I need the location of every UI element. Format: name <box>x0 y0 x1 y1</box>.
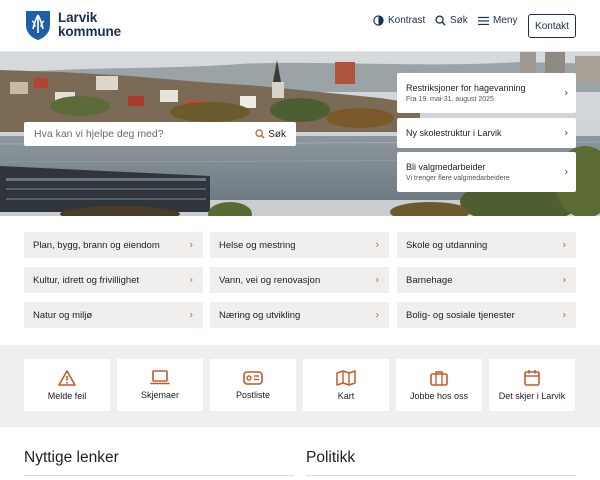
briefcase-icon <box>430 370 448 386</box>
service-label: Næring og utvikling <box>219 309 301 321</box>
news-card[interactable]: Bli valgmedarbeider Vi trenger flere val… <box>397 152 576 192</box>
chevron-right-icon: › <box>562 309 566 321</box>
chevron-right-icon: › <box>189 309 193 321</box>
service-label: Natur og miljø <box>33 309 93 321</box>
service-link[interactable]: Kultur, idrett og frivillighet › <box>24 267 203 293</box>
hero-search-input[interactable] <box>24 122 256 146</box>
menu-label: Meny <box>493 15 518 26</box>
chevron-right-icon: › <box>375 239 379 251</box>
service-label: Bolig- og sosiale tjenester <box>406 309 515 321</box>
hero-search-button[interactable]: Søk <box>255 129 296 140</box>
quick-link-skjemaer[interactable]: Skjemaer <box>117 359 203 411</box>
quick-link-label: Det skjer i Larvik <box>498 391 566 401</box>
logo-line-1: Larvik <box>58 10 98 25</box>
service-label: Vann, vei og renovasjon <box>219 274 321 286</box>
chevron-right-icon: › <box>189 274 193 286</box>
mailbox-icon <box>243 370 263 385</box>
hamburger-icon <box>478 16 489 25</box>
laptop-icon <box>150 370 170 385</box>
service-link[interactable]: Næring og utvikling › <box>210 302 389 328</box>
service-link[interactable]: Natur og miljø › <box>24 302 203 328</box>
warning-icon <box>58 369 76 386</box>
search-icon <box>255 129 265 139</box>
news-title: Restriksjoner for hagevanning <box>406 83 526 93</box>
header-search-label: Søk <box>450 15 468 26</box>
larvik-logo[interactable]: Larvik kommune <box>24 9 121 41</box>
news-card[interactable]: Restriksjoner for hagevanning Fra 19. ma… <box>397 73 576 113</box>
chevron-right-icon: › <box>562 274 566 286</box>
contrast-label: Kontrast <box>388 15 426 26</box>
politics-heading: Politikk <box>306 449 356 466</box>
quick-link-melde-feil[interactable]: Melde feil <box>24 359 110 411</box>
service-link[interactable]: Vann, vei og renovasjon › <box>210 267 389 293</box>
service-link[interactable]: Skole og utdanning › <box>397 232 576 258</box>
news-card[interactable]: Ny skolestruktur i Larvik › <box>397 118 576 148</box>
chevron-right-icon: › <box>375 274 379 286</box>
quick-links: Melde feil Skjemaer Postliste Kart Jobbe… <box>0 345 600 427</box>
chevron-right-icon: › <box>189 239 193 251</box>
calendar-icon <box>524 370 540 386</box>
service-link[interactable]: Barnehage › <box>397 267 576 293</box>
quick-link-label: Kart <box>337 390 355 401</box>
chevron-right-icon: › <box>564 127 568 139</box>
divider <box>306 475 576 476</box>
chevron-right-icon: › <box>375 309 379 321</box>
service-label: Skole og utdanning <box>406 239 488 251</box>
quick-link-label: Melde feil <box>47 390 87 401</box>
news-subtitle: Vi trenger flere valgmedarbeidere <box>406 175 510 182</box>
service-label: Barnehage <box>406 274 453 286</box>
contact-button[interactable]: Kontakt <box>528 14 576 38</box>
news-subtitle: Fra 19. mai-31. august 2025 <box>406 96 494 103</box>
divider <box>24 475 294 476</box>
contrast-toggle[interactable]: Kontrast <box>373 15 425 26</box>
contact-label: Kontakt <box>535 20 569 32</box>
hero-search: Søk <box>24 122 296 146</box>
quick-link-jobbe[interactable]: Jobbe hos oss <box>396 359 482 411</box>
news-title: Bli valgmedarbeider <box>406 162 486 172</box>
map-icon <box>336 369 356 386</box>
logo-line-2: kommune <box>58 24 122 39</box>
quick-link-postliste[interactable]: Postliste <box>210 359 296 411</box>
chevron-right-icon: › <box>564 87 568 99</box>
service-link[interactable]: Helse og mestring › <box>210 232 389 258</box>
service-link[interactable]: Plan, bygg, brann og eiendom › <box>24 232 203 258</box>
useful-links-heading: Nyttige lenker <box>24 449 119 466</box>
contrast-icon <box>373 15 384 26</box>
menu-button[interactable]: Meny <box>478 15 517 26</box>
service-label: Helse og mestring <box>219 239 296 251</box>
quick-link-det-skjer[interactable]: Det skjer i Larvik <box>489 359 575 411</box>
quick-link-label: Postliste <box>235 389 270 400</box>
service-label: Plan, bygg, brann og eiendom <box>33 239 160 251</box>
hero-banner: Søk Restriksjoner for hagevanning Fra 19… <box>0 52 600 216</box>
quick-link-kart[interactable]: Kart <box>303 359 389 411</box>
logo-text: Larvik kommune <box>58 11 121 39</box>
news-title: Ny skolestruktur i Larvik <box>406 128 502 138</box>
site-header: Larvik kommune Kontrast Søk Meny Kontakt <box>0 0 600 52</box>
search-icon <box>435 15 446 26</box>
service-label: Kultur, idrett og frivillighet <box>33 274 140 286</box>
chevron-right-icon: › <box>564 166 568 178</box>
quick-link-label: Skjemaer <box>140 390 179 400</box>
coat-of-arms-icon <box>26 11 50 40</box>
chevron-right-icon: › <box>562 239 566 251</box>
hero-search-button-label: Søk <box>268 128 286 140</box>
service-link[interactable]: Bolig- og sosiale tjenester › <box>397 302 576 328</box>
quick-link-label: Jobbe hos oss <box>409 390 469 401</box>
header-search-button[interactable]: Søk <box>435 15 468 26</box>
